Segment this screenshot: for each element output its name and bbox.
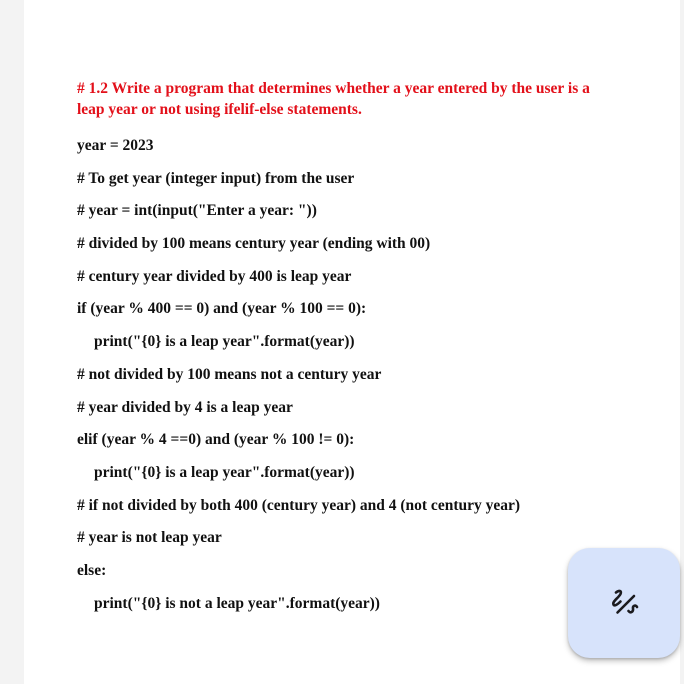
- code-line: # year = int(input("Enter a year: ")): [77, 202, 317, 220]
- draw-button[interactable]: [568, 548, 680, 658]
- exercise-heading: # 1.2 Write a program that determines wh…: [77, 80, 590, 118]
- code-line: # year divided by 4 is a leap year: [77, 398, 293, 416]
- code-line: # To get year (integer input) from the u…: [77, 169, 355, 187]
- code-line: year = 2023: [77, 137, 154, 154]
- draw-icon: [604, 583, 644, 623]
- code-line: else:: [77, 561, 107, 579]
- code-line: # not divided by 100 means not a century…: [77, 365, 382, 383]
- code-line: print("{0} is a leap year".format(year)): [94, 333, 355, 351]
- code-line: # year is not leap year: [77, 529, 222, 547]
- code-line: # century year divided by 400 is leap ye…: [77, 267, 352, 285]
- document-content: # 1.2 Write a program that determines wh…: [77, 78, 597, 620]
- code-line: elif (year % 4 ==0) and (year % 100 != 0…: [77, 431, 355, 449]
- code-line: if (year % 400 == 0) and (year % 100 == …: [77, 300, 367, 318]
- code-line: print("{0} is not a leap year".format(ye…: [94, 594, 380, 612]
- code-block: year = 2023 # To get year (integer input)…: [77, 130, 597, 620]
- code-line: # if not divided by both 400 (century ye…: [77, 496, 521, 514]
- code-line: # divided by 100 means century year (end…: [77, 235, 431, 253]
- code-line: print("{0} is a leap year".format(year)): [94, 463, 355, 481]
